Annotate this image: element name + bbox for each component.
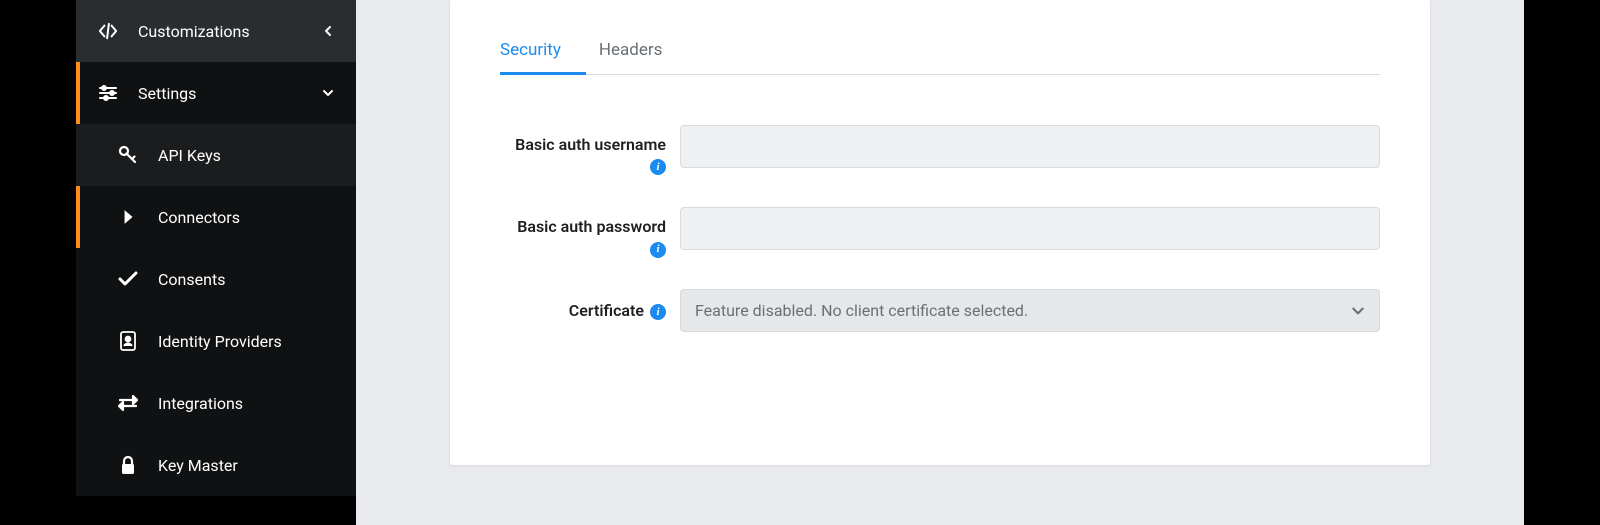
settings-panel: Security Headers Basic auth username i B… <box>450 0 1430 465</box>
form-row-username: Basic auth username i <box>500 125 1380 177</box>
chevron-down-icon <box>1351 306 1365 316</box>
sidebar-item-consents[interactable]: Consents <box>76 248 356 310</box>
certificate-select-value: Feature disabled. No client certificate … <box>695 301 1028 320</box>
key-icon <box>116 143 140 167</box>
basic-auth-password-input[interactable] <box>680 207 1380 250</box>
main-content: Security Headers Basic auth username i B… <box>356 0 1524 525</box>
tab-security[interactable]: Security <box>500 40 581 74</box>
sidebar-item-label: Customizations <box>138 22 250 41</box>
info-icon[interactable]: i <box>650 159 666 175</box>
username-label: Basic auth username i <box>500 125 680 177</box>
sidebar: Customizations Settings <box>0 0 356 525</box>
certificate-select[interactable]: Feature disabled. No client certificate … <box>680 289 1380 332</box>
sidebar-item-customizations[interactable]: Customizations <box>76 0 356 62</box>
chevron-right-icon <box>116 205 140 229</box>
sliders-icon <box>96 81 120 105</box>
sidebar-item-settings[interactable]: Settings <box>76 62 356 124</box>
sidebar-item-integrations[interactable]: Integrations <box>76 372 356 434</box>
tabs: Security Headers <box>500 40 1380 75</box>
chevron-down-icon <box>320 85 336 101</box>
sidebar-item-label: API Keys <box>158 146 221 165</box>
sidebar-nav: Customizations Settings <box>76 0 356 496</box>
sidebar-item-identity-providers[interactable]: Identity Providers <box>76 310 356 372</box>
sidebar-item-label: Consents <box>158 270 225 289</box>
check-icon <box>116 267 140 291</box>
code-icon <box>96 19 120 43</box>
sidebar-item-label: Key Master <box>158 456 238 475</box>
sidebar-item-label: Connectors <box>158 208 240 227</box>
id-badge-icon <box>116 329 140 353</box>
sidebar-item-connectors[interactable]: Connectors <box>76 186 356 248</box>
info-icon[interactable]: i <box>650 304 666 320</box>
right-margin <box>1524 0 1600 525</box>
form-row-certificate: Certificate i Feature disabled. No clien… <box>500 289 1380 332</box>
tab-label: Headers <box>599 40 663 60</box>
lock-icon <box>116 453 140 477</box>
tab-label: Security <box>500 40 561 60</box>
sidebar-item-key-master[interactable]: Key Master <box>76 434 356 496</box>
swap-icon <box>116 391 140 415</box>
sidebar-item-api-keys[interactable]: API Keys <box>76 124 356 186</box>
password-label: Basic auth password i <box>500 207 680 259</box>
info-icon[interactable]: i <box>650 242 666 258</box>
sidebar-item-label: Integrations <box>158 394 243 413</box>
sidebar-item-label: Identity Providers <box>158 332 282 351</box>
tab-headers[interactable]: Headers <box>599 40 683 74</box>
certificate-label: Certificate i <box>500 289 680 332</box>
sidebar-item-label: Settings <box>138 84 196 103</box>
chevron-left-icon <box>320 23 336 39</box>
basic-auth-username-input[interactable] <box>680 125 1380 168</box>
form-row-password: Basic auth password i <box>500 207 1380 259</box>
